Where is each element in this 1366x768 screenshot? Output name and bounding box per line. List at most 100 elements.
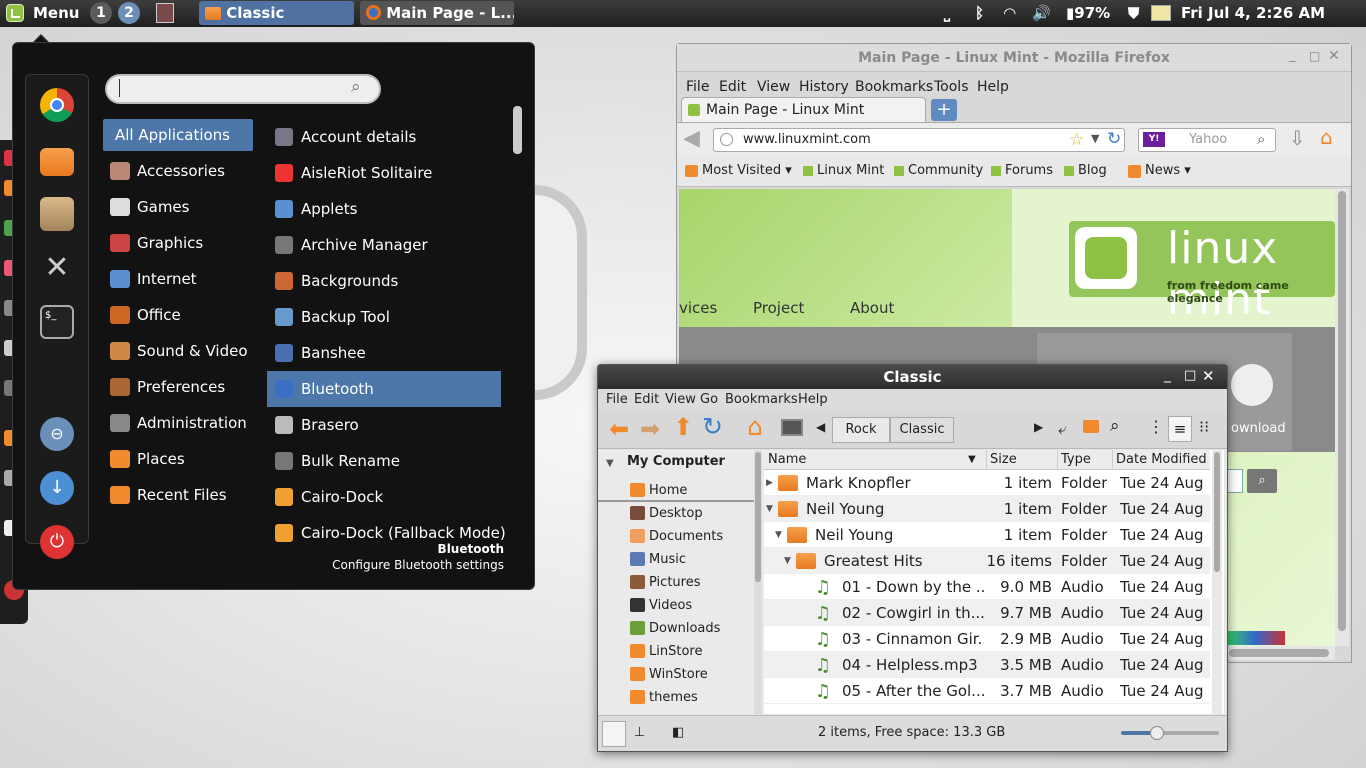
workspace-1[interactable]: 1	[90, 2, 112, 24]
table-row[interactable]: ♫ 02 - Cowgirl in th... 9.7 MB Audio Tue 24 …	[764, 600, 1210, 626]
sidebar-item-music[interactable]: Music	[598, 548, 756, 571]
scrollbar-thumb[interactable]	[1338, 191, 1346, 631]
reload-icon[interactable]: ↻	[702, 412, 723, 441]
bookmark-blog[interactable]: Blog	[1078, 157, 1107, 185]
settings-tools-icon[interactable]: ✕	[40, 251, 74, 285]
column-type[interactable]: Type	[1061, 450, 1091, 470]
menu-bookmarks[interactable]: Bookmarks	[725, 389, 798, 411]
bookmark-community[interactable]: Community	[908, 157, 983, 185]
download-icon[interactable]: ⇩	[1289, 126, 1306, 150]
zoom-slider[interactable]	[1121, 726, 1219, 740]
category-administration[interactable]: Administration	[103, 407, 253, 439]
maximize-button[interactable]: □	[1184, 368, 1196, 383]
yahoo-icon[interactable]: Y!	[1143, 132, 1165, 147]
chrome-icon[interactable]	[40, 88, 74, 122]
network-icon[interactable]: ◠	[1004, 3, 1016, 23]
category-games[interactable]: Games	[103, 191, 253, 223]
hide-sidebar-icon[interactable]: ◧	[672, 725, 684, 740]
column-size[interactable]: Size	[990, 450, 1017, 470]
app-applets[interactable]: Applets	[267, 191, 501, 227]
expander-icon[interactable]: ▼	[784, 548, 791, 574]
menu-bookmarks[interactable]: Bookmarks	[855, 76, 933, 98]
search-icon[interactable]: ⌕	[1110, 416, 1120, 436]
up-icon[interactable]: ⬆	[673, 413, 693, 441]
scrollbar-thumb[interactable]	[1229, 649, 1329, 657]
path-left-arrow[interactable]: ◀	[816, 420, 825, 434]
menu-scrollbar[interactable]	[513, 106, 522, 576]
sidebar-item-pictures[interactable]: Pictures	[598, 571, 756, 594]
app-bluetooth[interactable]: Bluetooth	[267, 371, 501, 407]
shield-icon[interactable]: ⛊	[1128, 3, 1139, 23]
category-internet[interactable]: Internet	[103, 263, 253, 295]
sidebar-scrollbar[interactable]	[754, 450, 762, 714]
table-row[interactable]: ▼ Greatest Hits 16 items Folder Tue 24 Aug	[764, 548, 1210, 574]
logout-icon[interactable]: ↓	[40, 471, 74, 505]
tab-main-page[interactable]: Main Page - Linux Mint	[681, 97, 926, 122]
sidebar-item-videos[interactable]: Videos	[598, 594, 756, 617]
bookmark-news[interactable]: News ▾	[1145, 157, 1191, 185]
menu-search-input[interactable]: ⌕	[105, 74, 381, 104]
url-bar[interactable]: www.linuxmint.com ☆ ▼ ↻	[713, 128, 1125, 152]
home-icon[interactable]: ⌂	[1320, 125, 1333, 149]
minimize-button[interactable]: _	[1164, 367, 1171, 383]
back-arrow-icon[interactable]: ◀	[683, 128, 709, 151]
menu-file[interactable]: File	[686, 76, 709, 98]
app-cairo-dock[interactable]: Cairo-Dock	[267, 479, 501, 515]
sidebar-item-themes[interactable]: themes	[598, 686, 756, 709]
download-label[interactable]: ownload	[1231, 421, 1286, 436]
column-date[interactable]: Date Modified	[1116, 450, 1207, 470]
close-button[interactable]: ✕	[1202, 367, 1215, 385]
category-recent-files[interactable]: Recent Files	[103, 479, 253, 511]
category-accessories[interactable]: Accessories	[103, 155, 253, 187]
battery-indicator[interactable]: ▮97%	[1066, 3, 1110, 23]
show-tree-icon[interactable]: ⊥	[634, 725, 645, 740]
table-row[interactable]: ♫ 03 - Cinnamon Gir... 2.9 MB Audio Tue 24 A…	[764, 626, 1210, 652]
app-aisleriot-solitaire[interactable]: AisleRiot Solitaire	[267, 155, 501, 191]
reload-icon[interactable]: ↻	[1107, 129, 1121, 149]
path-right-arrow[interactable]: ▶	[1034, 420, 1043, 434]
search-button[interactable]: ⌕	[1247, 469, 1277, 493]
table-row[interactable]: ♫ 04 - Helpless.mp3 3.5 MB Audio Tue 24 Aug	[764, 652, 1210, 678]
toggle-location-icon[interactable]: ⤶	[1058, 420, 1066, 438]
app-account-details[interactable]: Account details	[267, 119, 501, 155]
forward-icon[interactable]: ➡	[640, 415, 660, 443]
menu-tools[interactable]: Tools	[934, 76, 969, 98]
show-places-icon[interactable]	[602, 721, 626, 747]
keyboard-icon[interactable]: ⎵	[944, 3, 950, 23]
expander-icon[interactable]: ▼	[775, 522, 782, 548]
bookmark-linux-mint[interactable]: Linux Mint	[817, 157, 884, 185]
shutdown-icon[interactable]: ⏻	[40, 525, 74, 559]
bluetooth-icon[interactable]: ᛒ	[975, 3, 984, 23]
table-row[interactable]: ▶ Mark Knopfler 1 item Folder Tue 24 Aug	[764, 470, 1210, 496]
back-icon[interactable]: ⬅	[609, 415, 629, 443]
new-folder-icon[interactable]	[1083, 420, 1099, 433]
nav-about[interactable]: About	[850, 299, 894, 317]
task-firefox[interactable]: Main Page - L...	[360, 1, 514, 25]
sidebar-item-downloads[interactable]: Downloads	[598, 617, 756, 640]
sidebar-item-linstore[interactable]: LinStore	[598, 640, 756, 663]
path-segment[interactable]: Classic	[890, 417, 954, 443]
nav-project[interactable]: Project	[753, 299, 804, 317]
clock[interactable]: Fri Jul 4, 2:26 AM	[1181, 3, 1325, 23]
menu-view[interactable]: View	[757, 76, 790, 98]
nav-services[interactable]: vices	[679, 299, 717, 317]
category-places[interactable]: Places	[103, 443, 253, 475]
category-office[interactable]: Office	[103, 299, 253, 331]
scrollbar-thumb[interactable]	[513, 106, 522, 154]
update-icon[interactable]	[1151, 5, 1171, 21]
bookmark-forums[interactable]: Forums	[1005, 157, 1053, 185]
close-button[interactable]: ✕	[1328, 48, 1340, 64]
lock-screen-icon[interactable]: ⊖	[40, 417, 74, 451]
task-classic[interactable]: Classic	[199, 1, 354, 25]
category-all-applications[interactable]: All Applications	[103, 119, 253, 151]
category-preferences[interactable]: Preferences	[103, 371, 253, 403]
sort-icon[interactable]: ▼	[968, 450, 976, 470]
scrollbar-thumb[interactable]	[755, 452, 761, 582]
app-bulk-rename[interactable]: Bulk Rename	[267, 443, 501, 479]
new-tab-button[interactable]: +	[931, 99, 957, 121]
menu-go[interactable]: Go	[700, 389, 718, 411]
app-backup-tool[interactable]: Backup Tool	[267, 299, 501, 335]
sidebar-item-desktop[interactable]: Desktop	[598, 502, 756, 525]
table-row[interactable]: ▼ Neil Young 1 item Folder Tue 24 Aug	[764, 496, 1210, 522]
zoom-slider-handle[interactable]	[1150, 726, 1164, 740]
